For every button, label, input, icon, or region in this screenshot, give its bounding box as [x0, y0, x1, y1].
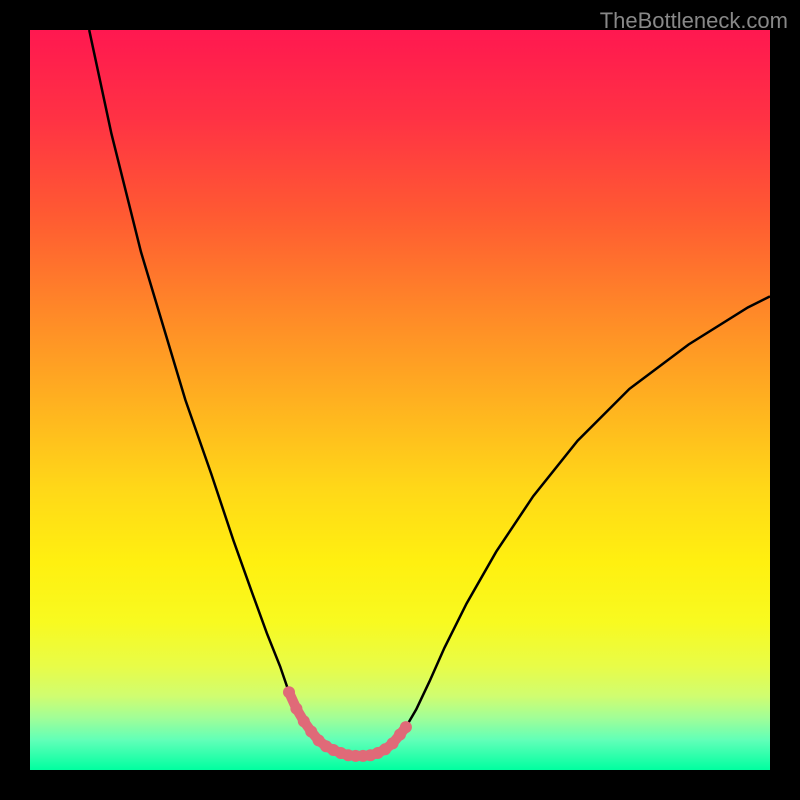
chart-container: TheBottleneck.com [0, 0, 800, 800]
highlight-dot [290, 703, 302, 715]
curve-layer [30, 30, 770, 770]
highlight-dot [400, 721, 412, 733]
watermark-text: TheBottleneck.com [600, 8, 788, 34]
chart-area [30, 30, 770, 770]
bottleneck-curve [89, 30, 770, 756]
highlight-dot [298, 715, 310, 727]
highlight-dots [283, 686, 412, 762]
highlight-dot [283, 686, 295, 698]
